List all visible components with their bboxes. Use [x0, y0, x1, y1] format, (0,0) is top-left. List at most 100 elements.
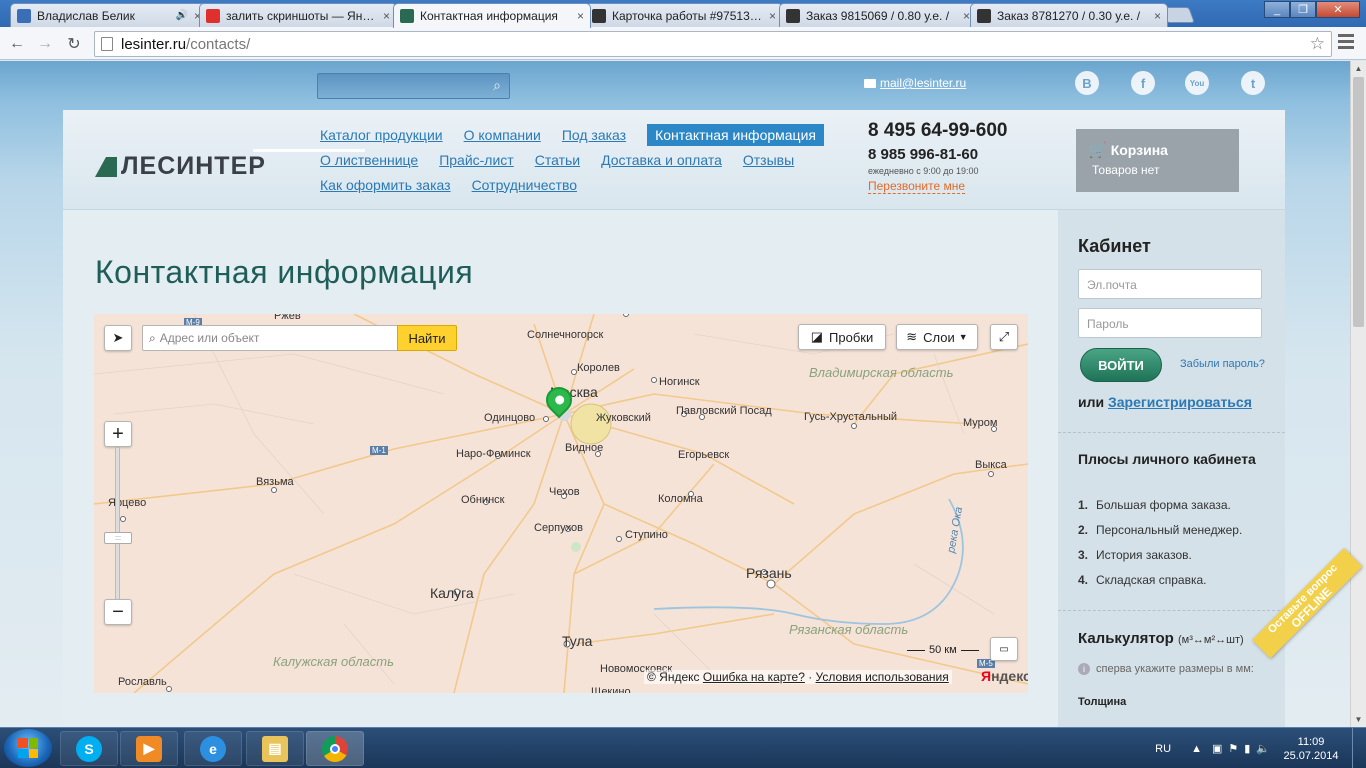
cabinet-title: Кабинет — [1078, 236, 1151, 256]
taskbar-skype[interactable]: S — [60, 731, 118, 766]
taskbar-internet-explorer[interactable]: e — [184, 731, 242, 766]
phone-primary: 8 495 64-99-600 — [868, 120, 1008, 141]
search-icon: ⌕ — [149, 330, 156, 345]
browser-tab[interactable]: Заказ 8781270 / 0.30 у.е. / × — [970, 3, 1168, 27]
zoom-slider-handle[interactable]: ::: — [104, 532, 132, 544]
site-search-input[interactable]: ⌕ — [317, 73, 510, 99]
system-tray: RU ▲ ▣ ⚑ ▮ 🔈 11:09 25.07.2014 — [1155, 728, 1366, 768]
layers-icon: ≋ — [906, 329, 918, 344]
perk-item: 3. История заказов. — [1078, 548, 1192, 562]
vk-icon[interactable]: В — [1075, 71, 1099, 95]
close-tab-icon[interactable]: × — [1154, 9, 1161, 23]
yandex-logo[interactable]: Яндекс — [981, 668, 1028, 684]
language-indicator[interactable]: RU — [1155, 743, 1171, 755]
forward-arrow-icon[interactable]: → — [34, 33, 56, 55]
nav-link[interactable]: Каталог продукции — [320, 127, 443, 143]
nav-link[interactable]: Контактная информация — [647, 123, 824, 146]
nav-link[interactable]: Доставка и оплата — [601, 152, 722, 168]
layers-button[interactable]: ≋ Слои ▼ — [896, 324, 978, 350]
ruler-icon[interactable]: ▭ — [990, 637, 1018, 661]
reload-icon[interactable]: ↻ — [63, 33, 85, 55]
register-link[interactable]: Зарегистрироваться — [1108, 394, 1252, 410]
search-icon[interactable]: ⌕ — [493, 77, 501, 94]
nav-link[interactable]: О лиственнице — [320, 152, 418, 168]
taskbar-media-player[interactable]: ▶ — [120, 731, 178, 766]
windows-logo-icon — [18, 738, 38, 758]
browser-tab[interactable]: Карточка работы #97513… × — [585, 3, 783, 27]
nav-link[interactable]: Прайс-лист — [439, 152, 514, 168]
map-city-label: Ногинск — [659, 376, 700, 388]
zoom-slider-track[interactable] — [115, 447, 120, 607]
map-terms-link[interactable]: Условия использования — [816, 670, 949, 684]
login-button[interactable]: ВОЙТИ — [1080, 348, 1162, 382]
nav-link[interactable]: Сотрудничество — [472, 177, 577, 193]
close-tab-icon[interactable]: × — [963, 9, 970, 23]
tray-apps-icon[interactable]: ▣ — [1212, 742, 1222, 755]
taskbar-chrome[interactable] — [306, 731, 364, 766]
chrome-icon — [322, 735, 348, 762]
address-bar[interactable]: lesinter.ru/contacts/ ☆ — [94, 31, 1332, 57]
minimize-button[interactable]: _ — [1264, 1, 1290, 18]
browser-tab[interactable]: Контактная информация × — [393, 3, 591, 28]
map-error-link[interactable]: Ошибка на карте? — [703, 670, 805, 684]
site-logo[interactable]: ЛЕСИНТЕР — [95, 149, 365, 181]
zoom-in-button[interactable]: + — [104, 421, 132, 447]
map-search-input[interactable]: ⌕ Адрес или объект — [142, 325, 398, 351]
close-tab-icon[interactable]: × — [577, 9, 584, 23]
password-field[interactable]: Пароль — [1078, 308, 1262, 338]
working-hours: ежедневно с 9:00 до 19:00 — [868, 166, 979, 176]
nav-link[interactable]: Отзывы — [743, 152, 794, 168]
clock-date: 25.07.2014 — [1283, 749, 1339, 762]
nav-link[interactable]: Под заказ — [562, 127, 626, 143]
fullscreen-icon[interactable]: ⤢ — [990, 324, 1018, 350]
yandex-map[interactable]: Солнечногорск Королев Москва Ногинск Одинцов… — [94, 314, 1028, 693]
browser-tab[interactable]: залить скриншоты — Ян… × — [199, 3, 397, 27]
back-arrow-icon[interactable]: ← — [6, 33, 28, 55]
contact-phones: 8 495 64-99-600 8 985 996-81-60 ежедневн… — [868, 120, 1007, 194]
site-header: ЛЕСИНТЕР Каталог продукции О компании Под … — [63, 110, 1285, 210]
email-link[interactable]: mail@lesinter.ru — [864, 76, 966, 90]
close-tab-icon[interactable]: × — [769, 9, 776, 23]
callback-link[interactable]: Перезвоните мне — [868, 179, 966, 194]
zoom-out-button[interactable]: − — [104, 599, 132, 625]
nav-link[interactable]: Статьи — [535, 152, 580, 168]
start-button[interactable] — [4, 729, 52, 767]
browser-menu-icon[interactable] — [1338, 34, 1354, 50]
scroll-up-icon[interactable]: ▲ — [1353, 64, 1364, 73]
map-city-label: Рославль — [118, 676, 167, 688]
flag-icon[interactable]: ⚑ — [1228, 742, 1238, 755]
volume-icon[interactable]: 🔈 — [1256, 742, 1270, 755]
email-field[interactable]: Эл.почта — [1078, 269, 1262, 299]
perk-item: 1. Большая форма заказа. — [1078, 498, 1231, 512]
nav-row: Каталог продукции О компании Под заказ Конт… — [320, 122, 860, 147]
tray-arrow-icon[interactable]: ▲ — [1191, 743, 1202, 755]
youtube-icon[interactable]: You — [1185, 71, 1209, 95]
taskbar-clock[interactable]: 11:09 25.07.2014 — [1276, 735, 1346, 763]
cart-widget[interactable]: 🛒 Корзина Товаров нет — [1076, 129, 1239, 192]
scroll-down-icon[interactable]: ▼ — [1353, 715, 1364, 724]
twitter-icon[interactable]: t — [1241, 71, 1265, 95]
locate-icon[interactable]: ➤ — [104, 325, 132, 351]
traffic-button[interactable]: ◪ Пробки — [798, 324, 886, 350]
browser-tab[interactable]: Заказ 9815069 / 0.80 у.е. / × — [779, 3, 977, 27]
close-window-button[interactable]: ✕ — [1316, 1, 1360, 18]
map-find-button[interactable]: Найти — [397, 325, 457, 351]
close-tab-icon[interactable]: × — [383, 9, 390, 23]
windows-taskbar: S ▶ e ▤ RU ▲ ▣ ⚑ ▮ 🔈 11:09 25.07.2014 — [0, 727, 1366, 768]
bookmark-star-icon[interactable]: ☆ — [1310, 34, 1325, 54]
page-scrollbar[interactable]: ▲ ▼ — [1350, 61, 1366, 727]
nav-link[interactable]: Как оформить заказ — [320, 177, 451, 193]
show-desktop-button[interactable] — [1352, 728, 1366, 768]
nav-link[interactable]: О компании — [464, 127, 541, 143]
lesinter-icon — [400, 9, 414, 23]
browser-tab[interactable]: Владислав Белик 🔊 × — [10, 3, 208, 27]
maximize-button[interactable]: ❐ — [1290, 1, 1316, 18]
calculator-hint: i сперва укажите размеры в мм: — [1078, 663, 1254, 675]
thickness-label: Толщина — [1078, 696, 1127, 708]
map-city-label: Муром — [963, 417, 998, 429]
scrollbar-thumb[interactable] — [1353, 77, 1364, 327]
network-icon[interactable]: ▮ — [1244, 742, 1250, 755]
forgot-password-link[interactable]: Забыли пароль? — [1180, 358, 1265, 370]
facebook-icon[interactable]: f — [1131, 71, 1155, 95]
taskbar-explorer[interactable]: ▤ — [246, 731, 304, 766]
